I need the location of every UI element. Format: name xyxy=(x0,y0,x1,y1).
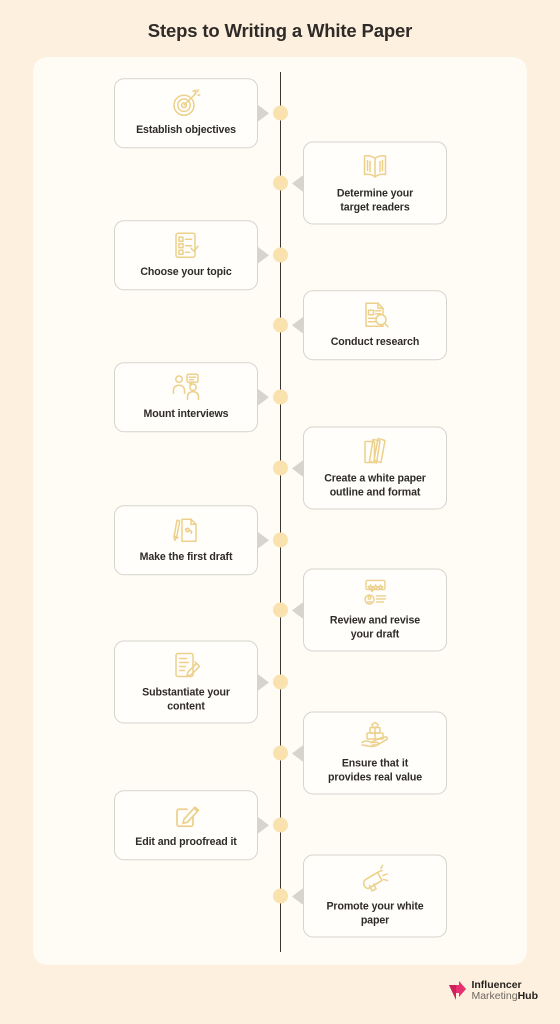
step-card[interactable]: Create a white paper outline and format xyxy=(292,426,447,510)
step-label: Ensure that it provides real value xyxy=(327,757,423,783)
card-tail xyxy=(257,530,269,549)
step-label: Establish objectives xyxy=(136,124,236,137)
megaphone-icon xyxy=(358,863,392,895)
step-card[interactable]: Substantiate your content xyxy=(114,640,269,724)
paper-stack-icon xyxy=(358,435,392,467)
timeline-dot xyxy=(272,175,288,191)
card-tail xyxy=(292,315,304,334)
step-label: Create a white paper outline and format xyxy=(324,472,426,498)
hand-value-icon xyxy=(358,720,392,752)
timeline-dot xyxy=(272,105,288,121)
influencer-arrow-icon xyxy=(447,980,467,1002)
card-tail xyxy=(257,387,269,406)
brand-hub: Hub xyxy=(517,990,538,1002)
open-book-icon xyxy=(358,150,392,182)
brand-line-2: MarketingHub xyxy=(471,991,538,1002)
step-label: Determine your target readers xyxy=(336,187,414,213)
draft-pen-icon xyxy=(169,514,203,546)
step-card[interactable]: Choose your topic xyxy=(114,220,269,290)
step-card[interactable]: Edit and proofread it xyxy=(114,790,269,860)
card-tail xyxy=(292,174,304,192)
timeline-dot xyxy=(272,460,288,476)
step-label: Choose your topic xyxy=(140,266,232,279)
card-tail xyxy=(257,673,269,691)
timeline-dot xyxy=(272,817,288,833)
step-card[interactable]: Review and revise your draft xyxy=(292,568,447,652)
checklist-icon xyxy=(169,229,203,261)
brand-logo-text: Influencer MarketingHub xyxy=(471,980,538,1001)
edit-document-icon xyxy=(169,649,203,681)
step-card[interactable]: Ensure that it provides real value xyxy=(292,711,447,795)
card-tail xyxy=(292,601,304,619)
brand-logo: Influencer MarketingHub xyxy=(447,980,538,1002)
card-tail xyxy=(257,103,269,122)
step-label: Conduct research xyxy=(330,336,420,349)
timeline-dot xyxy=(272,317,288,333)
step-card[interactable]: Establish objectives xyxy=(114,78,269,148)
step-label: Make the first draft xyxy=(139,551,233,564)
review-stars-icon xyxy=(358,577,392,609)
brand-marketing: Marketing xyxy=(471,990,518,1002)
document-search-icon xyxy=(358,299,392,331)
step-label: Substantiate your content xyxy=(142,686,230,712)
card-tail xyxy=(292,744,304,762)
target-icon xyxy=(169,87,203,119)
card-tail xyxy=(257,815,269,834)
page-title: Steps to Writing a White Paper xyxy=(147,20,413,41)
card-tail xyxy=(292,887,304,905)
card-tail xyxy=(257,245,269,264)
step-label: Promote your white paper xyxy=(326,900,424,926)
card-tail xyxy=(292,459,304,477)
step-card[interactable]: Mount interviews xyxy=(114,362,269,432)
timeline-dot xyxy=(272,389,288,405)
timeline-dot xyxy=(272,745,288,761)
edit-square-icon xyxy=(169,799,203,831)
timeline-dot xyxy=(272,602,288,618)
infographic-page: Steps to Writing a White Paper Establish… xyxy=(0,0,560,1024)
step-label: Edit and proofread it xyxy=(135,836,237,849)
step-card[interactable]: Promote your white paper xyxy=(292,854,447,938)
step-label: Mount interviews xyxy=(143,408,229,421)
timeline-dot xyxy=(272,674,288,690)
timeline-dot xyxy=(272,888,288,904)
step-label: Review and revise your draft xyxy=(329,614,421,640)
step-card[interactable]: Conduct research xyxy=(292,290,447,360)
step-card[interactable]: Make the first draft xyxy=(114,505,269,575)
interview-icon xyxy=(169,371,203,403)
timeline-dot xyxy=(272,532,288,548)
step-card[interactable]: Determine your target readers xyxy=(292,141,447,225)
timeline-dot xyxy=(272,247,288,263)
